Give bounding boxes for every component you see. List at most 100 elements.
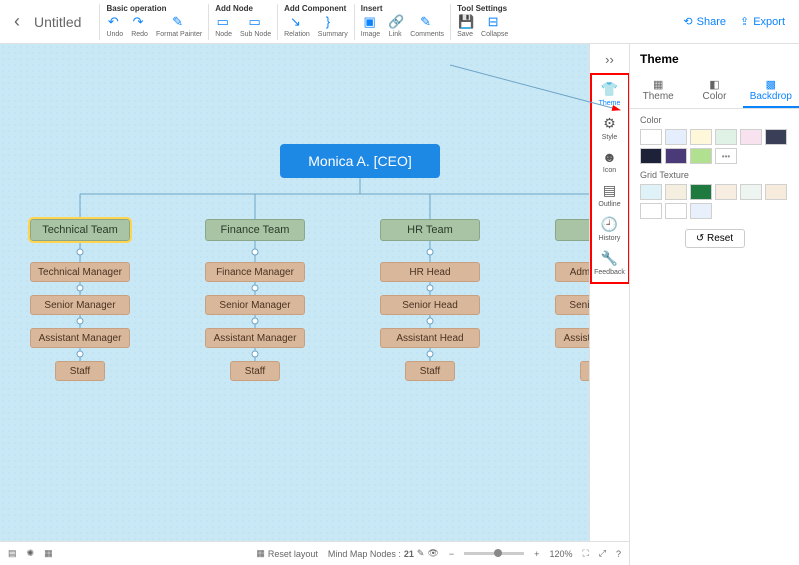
more-colors-button[interactable]: ••• (715, 148, 737, 164)
sub-node-button[interactable]: ▭Sub Node (240, 15, 271, 38)
share-icon: ⟲ (683, 15, 692, 28)
collapse-button[interactable]: ⊟Collapse (481, 15, 508, 38)
root-node[interactable]: Monica A. [CEO] (280, 144, 440, 178)
backdrop-tab[interactable]: ▩Backdrop (743, 74, 799, 108)
share-button[interactable]: ⟲Share (683, 15, 726, 28)
staff-node[interactable]: Staff (230, 361, 280, 381)
fit-icon[interactable]: ⛶ (582, 548, 588, 559)
strip-history[interactable]: 🕘History (592, 212, 628, 246)
strip-icon-menu[interactable]: ☻Icon (592, 145, 628, 178)
strip-style[interactable]: ⚙Style (592, 111, 628, 145)
color-swatch-5[interactable] (765, 129, 787, 145)
collapse-panel-button[interactable]: ›› (601, 48, 618, 71)
node-icon: ▭ (217, 15, 231, 29)
link-button[interactable]: 🔗Link (388, 15, 402, 38)
color-swatch-0[interactable] (640, 129, 662, 145)
document-title[interactable]: Untitled (34, 14, 81, 30)
texture-swatch-3[interactable] (715, 184, 737, 200)
image-button[interactable]: ▣Image (361, 15, 380, 38)
theme-icon: 👕 (601, 81, 618, 98)
presentation-icon[interactable]: ✺ (27, 548, 35, 559)
comments-button[interactable]: ✎Comments (410, 15, 444, 38)
reset-layout-button[interactable]: ▦Reset layout (256, 548, 318, 559)
node-count: Mind Map Nodes : 21 ✎ 👁 (328, 548, 439, 559)
color-swatch-6[interactable] (640, 148, 662, 164)
grid-icon[interactable]: ▦ (44, 548, 53, 559)
color-swatch-3[interactable] (715, 129, 737, 145)
team-node[interactable]: Technical Team (30, 219, 130, 241)
manager-node[interactable]: Senior Manager (30, 295, 130, 315)
manager-node[interactable]: Assistant Manager (205, 328, 305, 348)
manager-node[interactable]: Finance Manager (205, 262, 305, 282)
mindmap-canvas[interactable]: Monica A. [CEO] Technical Team Technical … (0, 44, 629, 541)
manager-node[interactable]: Technical Manager (30, 262, 130, 282)
staff-node[interactable]: Staff (55, 361, 105, 381)
summary-icon: } (326, 15, 340, 29)
link-icon: 🔗 (388, 15, 402, 29)
relation-icon: ↘ (290, 15, 304, 29)
reset-button[interactable]: ↺ Reset (685, 229, 745, 248)
node-button[interactable]: ▭Node (215, 15, 232, 38)
layers-icon[interactable]: ▤ (8, 548, 17, 559)
summary-button[interactable]: }Summary (318, 15, 348, 38)
theme-tab[interactable]: ▦Theme (630, 74, 686, 108)
strip-outline[interactable]: ▤Outline (592, 178, 628, 212)
sub-node-icon: ▭ (249, 15, 263, 29)
manager-node[interactable]: Senior Manager (205, 295, 305, 315)
color-swatch-8[interactable] (690, 148, 712, 164)
undo-button[interactable]: ↶Undo (106, 15, 123, 38)
zoom-out-button[interactable]: − (449, 549, 454, 559)
texture-swatch-0[interactable] (640, 184, 662, 200)
style-icon: ⚙ (603, 115, 616, 132)
zoom-level: 120% (549, 549, 572, 559)
export-icon: ⇪ (740, 15, 749, 28)
format-painter-button[interactable]: ✎Format Painter (156, 15, 202, 38)
panel-title: Theme (630, 44, 799, 74)
texture-swatch-8[interactable] (690, 203, 712, 219)
comments-icon: ✎ (420, 15, 434, 29)
zoom-in-button[interactable]: + (534, 549, 539, 559)
manager-node[interactable]: HR Head (380, 262, 480, 282)
format-painter-icon: ✎ (172, 15, 186, 29)
staff-node[interactable]: Staff (405, 361, 455, 381)
image-icon: ▣ (363, 15, 377, 29)
texture-section-title: Grid Texture (630, 164, 799, 184)
history-icon: 🕘 (601, 216, 618, 233)
texture-swatch-1[interactable] (665, 184, 687, 200)
save-button[interactable]: 💾Save (457, 15, 473, 38)
feedback-icon: 🔧 (601, 250, 618, 267)
texture-swatch-4[interactable] (740, 184, 762, 200)
help-icon[interactable]: ? (616, 549, 621, 559)
color-swatch-1[interactable] (665, 129, 687, 145)
side-strip: ›› 👕Theme⚙Style☻Icon▤Outline🕘History🔧Fee… (589, 44, 629, 541)
collapse-icon: ⊟ (488, 15, 502, 29)
manager-node[interactable]: Senior Head (380, 295, 480, 315)
color-tab[interactable]: ◧Color (686, 74, 742, 108)
theme-panel: Theme ▦Theme◧Color▩Backdrop Color ••• Gr… (629, 44, 799, 565)
outline-icon: ▤ (603, 182, 616, 199)
texture-swatch-5[interactable] (765, 184, 787, 200)
zoom-slider[interactable] (464, 552, 524, 555)
texture-swatch-6[interactable] (640, 203, 662, 219)
color-section-title: Color (630, 109, 799, 129)
back-button[interactable]: ‹ (6, 11, 28, 32)
team-node[interactable]: Finance Team (205, 219, 305, 241)
team-node[interactable]: HR Team (380, 219, 480, 241)
texture-swatch-2[interactable] (690, 184, 712, 200)
strip-feedback[interactable]: 🔧Feedback (592, 246, 628, 280)
save-icon: 💾 (458, 15, 472, 29)
manager-node[interactable]: Assistant Manager (30, 328, 130, 348)
export-button[interactable]: ⇪Export (740, 15, 785, 28)
fullscreen-icon[interactable]: ⤢ (599, 548, 606, 559)
texture-swatch-7[interactable] (665, 203, 687, 219)
status-bar: ▤ ✺ ▦ ▦Reset layout Mind Map Nodes : 21 … (0, 541, 629, 565)
manager-node[interactable]: Assistant Head (380, 328, 480, 348)
relation-button[interactable]: ↘Relation (284, 15, 310, 38)
color-swatch-2[interactable] (690, 129, 712, 145)
redo-icon: ↷ (133, 15, 147, 29)
undo-icon: ↶ (108, 15, 122, 29)
color-swatch-4[interactable] (740, 129, 762, 145)
color-swatch-7[interactable] (665, 148, 687, 164)
strip-theme[interactable]: 👕Theme (592, 77, 628, 111)
redo-button[interactable]: ↷Redo (131, 15, 148, 38)
